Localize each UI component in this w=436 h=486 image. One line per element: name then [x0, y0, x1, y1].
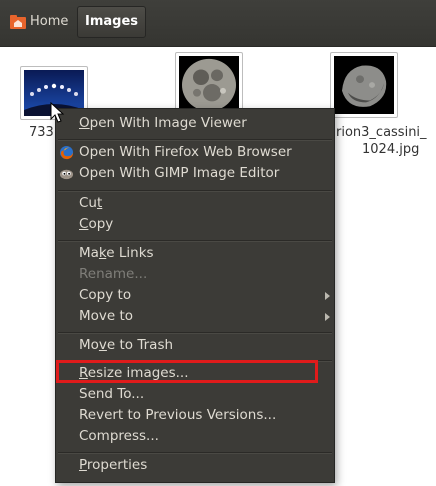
full-moon-thumbnail [179, 56, 239, 114]
location-toolbar: Home Images [0, 0, 436, 47]
menu-item-resize-images[interactable]: Resize images... [56, 363, 334, 384]
asteroid-thumbnail [334, 56, 394, 114]
breadcrumb-home-label: Home [30, 14, 69, 29]
mouse-pointer-icon [50, 102, 65, 123]
menu-separator [58, 190, 332, 192]
menu-item-make-links[interactable]: Make Links [56, 243, 334, 264]
file-label-asteroid-line2: 1024.jpg [362, 142, 420, 157]
menu-item-open-with-firefox[interactable]: Open With Firefox Web Browser [56, 142, 334, 163]
home-folder-icon [10, 15, 26, 29]
submenu-arrow-icon [325, 292, 330, 300]
file-label-moon-phases: 733 [29, 125, 54, 140]
menu-separator [58, 360, 332, 362]
menu-item-move-to[interactable]: Move to [56, 306, 334, 327]
menu-separator [58, 139, 332, 141]
menu-item-rename: Rename... [79, 266, 148, 282]
breadcrumb-images-button[interactable]: Images [77, 6, 147, 38]
menu-item-open-with-gimp[interactable]: Open With GIMP Image Editor [56, 163, 334, 184]
gimp-icon [59, 169, 74, 180]
breadcrumb-home-button[interactable]: Home [6, 6, 72, 38]
menu-item-open-with-image-viewer[interactable]: Open With Image Viewer [56, 113, 334, 134]
menu-item-revert-to-previous-versions[interactable]: Revert to Previous Versions... [56, 405, 334, 426]
breadcrumb-images-label: Images [85, 14, 139, 29]
menu-item-compress[interactable]: Compress... [56, 426, 334, 447]
menu-item-cut[interactable]: Cut [56, 193, 334, 214]
menu-separator [58, 332, 332, 334]
menu-item-copy-to[interactable]: Copy to [56, 285, 334, 306]
submenu-arrow-icon [325, 313, 330, 321]
menu-item-copy[interactable]: Copy [56, 214, 334, 235]
file-context-menu: Open With Image Viewer Open With Firefox… [55, 108, 335, 483]
menu-item-send-to[interactable]: Send To... [56, 384, 334, 405]
file-item-asteroid[interactable] [330, 52, 398, 118]
firefox-icon [59, 145, 74, 160]
menu-item-move-to-trash[interactable]: Move to Trash [56, 335, 334, 356]
menu-separator [58, 240, 332, 242]
menu-separator [58, 452, 332, 454]
file-label-asteroid-line1: rion3_cassini_ [336, 125, 427, 140]
menu-item-properties[interactable]: Properties [56, 455, 334, 476]
